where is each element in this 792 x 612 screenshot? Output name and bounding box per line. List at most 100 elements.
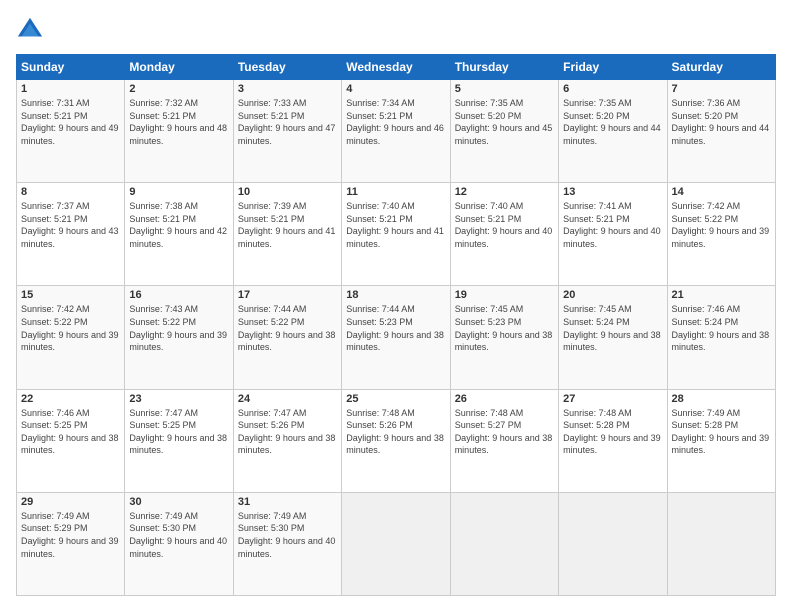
day-number: 24 xyxy=(238,393,337,405)
week-row-4: 22 Sunrise: 7:46 AM Sunset: 5:25 PM Dayl… xyxy=(17,389,776,492)
day-cell: 6 Sunrise: 7:35 AM Sunset: 5:20 PM Dayli… xyxy=(559,80,667,183)
day-info: Sunrise: 7:44 AM Sunset: 5:23 PM Dayligh… xyxy=(346,303,445,353)
day-number: 6 xyxy=(563,83,662,95)
logo xyxy=(16,16,48,44)
day-cell: 30 Sunrise: 7:49 AM Sunset: 5:30 PM Dayl… xyxy=(125,492,233,595)
day-cell: 8 Sunrise: 7:37 AM Sunset: 5:21 PM Dayli… xyxy=(17,183,125,286)
day-number: 11 xyxy=(346,186,445,198)
day-number: 29 xyxy=(21,496,120,508)
day-number: 8 xyxy=(21,186,120,198)
header-row: Sunday Monday Tuesday Wednesday Thursday… xyxy=(17,55,776,80)
col-thursday: Thursday xyxy=(450,55,558,80)
day-cell: 14 Sunrise: 7:42 AM Sunset: 5:22 PM Dayl… xyxy=(667,183,775,286)
day-info: Sunrise: 7:39 AM Sunset: 5:21 PM Dayligh… xyxy=(238,200,337,250)
col-tuesday: Tuesday xyxy=(233,55,341,80)
day-number: 21 xyxy=(672,289,771,301)
day-number: 23 xyxy=(129,393,228,405)
day-cell: 21 Sunrise: 7:46 AM Sunset: 5:24 PM Dayl… xyxy=(667,286,775,389)
day-cell: 19 Sunrise: 7:45 AM Sunset: 5:23 PM Dayl… xyxy=(450,286,558,389)
day-number: 30 xyxy=(129,496,228,508)
col-wednesday: Wednesday xyxy=(342,55,450,80)
day-info: Sunrise: 7:36 AM Sunset: 5:20 PM Dayligh… xyxy=(672,97,771,147)
day-number: 4 xyxy=(346,83,445,95)
day-info: Sunrise: 7:31 AM Sunset: 5:21 PM Dayligh… xyxy=(21,97,120,147)
day-cell xyxy=(450,492,558,595)
day-info: Sunrise: 7:34 AM Sunset: 5:21 PM Dayligh… xyxy=(346,97,445,147)
day-info: Sunrise: 7:40 AM Sunset: 5:21 PM Dayligh… xyxy=(346,200,445,250)
day-number: 9 xyxy=(129,186,228,198)
calendar-body: 1 Sunrise: 7:31 AM Sunset: 5:21 PM Dayli… xyxy=(17,80,776,596)
day-number: 2 xyxy=(129,83,228,95)
day-info: Sunrise: 7:46 AM Sunset: 5:25 PM Dayligh… xyxy=(21,407,120,457)
day-number: 20 xyxy=(563,289,662,301)
day-cell: 20 Sunrise: 7:45 AM Sunset: 5:24 PM Dayl… xyxy=(559,286,667,389)
week-row-5: 29 Sunrise: 7:49 AM Sunset: 5:29 PM Dayl… xyxy=(17,492,776,595)
day-cell: 1 Sunrise: 7:31 AM Sunset: 5:21 PM Dayli… xyxy=(17,80,125,183)
day-info: Sunrise: 7:49 AM Sunset: 5:29 PM Dayligh… xyxy=(21,510,120,560)
day-number: 17 xyxy=(238,289,337,301)
day-cell: 13 Sunrise: 7:41 AM Sunset: 5:21 PM Dayl… xyxy=(559,183,667,286)
day-number: 16 xyxy=(129,289,228,301)
calendar-table: Sunday Monday Tuesday Wednesday Thursday… xyxy=(16,54,776,596)
day-number: 10 xyxy=(238,186,337,198)
day-info: Sunrise: 7:48 AM Sunset: 5:26 PM Dayligh… xyxy=(346,407,445,457)
day-cell: 23 Sunrise: 7:47 AM Sunset: 5:25 PM Dayl… xyxy=(125,389,233,492)
day-cell: 17 Sunrise: 7:44 AM Sunset: 5:22 PM Dayl… xyxy=(233,286,341,389)
day-number: 18 xyxy=(346,289,445,301)
day-cell: 9 Sunrise: 7:38 AM Sunset: 5:21 PM Dayli… xyxy=(125,183,233,286)
day-info: Sunrise: 7:32 AM Sunset: 5:21 PM Dayligh… xyxy=(129,97,228,147)
col-friday: Friday xyxy=(559,55,667,80)
col-monday: Monday xyxy=(125,55,233,80)
day-info: Sunrise: 7:49 AM Sunset: 5:30 PM Dayligh… xyxy=(129,510,228,560)
week-row-3: 15 Sunrise: 7:42 AM Sunset: 5:22 PM Dayl… xyxy=(17,286,776,389)
day-number: 13 xyxy=(563,186,662,198)
day-cell: 27 Sunrise: 7:48 AM Sunset: 5:28 PM Dayl… xyxy=(559,389,667,492)
day-number: 12 xyxy=(455,186,554,198)
day-cell: 2 Sunrise: 7:32 AM Sunset: 5:21 PM Dayli… xyxy=(125,80,233,183)
day-number: 26 xyxy=(455,393,554,405)
day-cell: 5 Sunrise: 7:35 AM Sunset: 5:20 PM Dayli… xyxy=(450,80,558,183)
day-info: Sunrise: 7:35 AM Sunset: 5:20 PM Dayligh… xyxy=(455,97,554,147)
day-info: Sunrise: 7:42 AM Sunset: 5:22 PM Dayligh… xyxy=(672,200,771,250)
day-cell: 3 Sunrise: 7:33 AM Sunset: 5:21 PM Dayli… xyxy=(233,80,341,183)
day-number: 5 xyxy=(455,83,554,95)
day-number: 7 xyxy=(672,83,771,95)
calendar-page: Sunday Monday Tuesday Wednesday Thursday… xyxy=(0,0,792,612)
logo-icon xyxy=(16,16,44,44)
day-info: Sunrise: 7:45 AM Sunset: 5:23 PM Dayligh… xyxy=(455,303,554,353)
calendar-header: Sunday Monday Tuesday Wednesday Thursday… xyxy=(17,55,776,80)
day-info: Sunrise: 7:46 AM Sunset: 5:24 PM Dayligh… xyxy=(672,303,771,353)
week-row-2: 8 Sunrise: 7:37 AM Sunset: 5:21 PM Dayli… xyxy=(17,183,776,286)
day-cell xyxy=(342,492,450,595)
day-number: 31 xyxy=(238,496,337,508)
day-info: Sunrise: 7:37 AM Sunset: 5:21 PM Dayligh… xyxy=(21,200,120,250)
day-number: 28 xyxy=(672,393,771,405)
day-number: 19 xyxy=(455,289,554,301)
day-info: Sunrise: 7:33 AM Sunset: 5:21 PM Dayligh… xyxy=(238,97,337,147)
day-cell: 18 Sunrise: 7:44 AM Sunset: 5:23 PM Dayl… xyxy=(342,286,450,389)
day-info: Sunrise: 7:42 AM Sunset: 5:22 PM Dayligh… xyxy=(21,303,120,353)
day-cell: 12 Sunrise: 7:40 AM Sunset: 5:21 PM Dayl… xyxy=(450,183,558,286)
day-info: Sunrise: 7:35 AM Sunset: 5:20 PM Dayligh… xyxy=(563,97,662,147)
day-info: Sunrise: 7:49 AM Sunset: 5:28 PM Dayligh… xyxy=(672,407,771,457)
day-info: Sunrise: 7:48 AM Sunset: 5:28 PM Dayligh… xyxy=(563,407,662,457)
day-cell: 15 Sunrise: 7:42 AM Sunset: 5:22 PM Dayl… xyxy=(17,286,125,389)
day-number: 15 xyxy=(21,289,120,301)
day-info: Sunrise: 7:47 AM Sunset: 5:26 PM Dayligh… xyxy=(238,407,337,457)
day-cell: 22 Sunrise: 7:46 AM Sunset: 5:25 PM Dayl… xyxy=(17,389,125,492)
day-info: Sunrise: 7:49 AM Sunset: 5:30 PM Dayligh… xyxy=(238,510,337,560)
day-cell: 11 Sunrise: 7:40 AM Sunset: 5:21 PM Dayl… xyxy=(342,183,450,286)
day-cell: 24 Sunrise: 7:47 AM Sunset: 5:26 PM Dayl… xyxy=(233,389,341,492)
day-number: 3 xyxy=(238,83,337,95)
day-info: Sunrise: 7:44 AM Sunset: 5:22 PM Dayligh… xyxy=(238,303,337,353)
day-cell: 10 Sunrise: 7:39 AM Sunset: 5:21 PM Dayl… xyxy=(233,183,341,286)
day-info: Sunrise: 7:41 AM Sunset: 5:21 PM Dayligh… xyxy=(563,200,662,250)
day-number: 14 xyxy=(672,186,771,198)
day-cell: 16 Sunrise: 7:43 AM Sunset: 5:22 PM Dayl… xyxy=(125,286,233,389)
day-cell: 25 Sunrise: 7:48 AM Sunset: 5:26 PM Dayl… xyxy=(342,389,450,492)
day-info: Sunrise: 7:43 AM Sunset: 5:22 PM Dayligh… xyxy=(129,303,228,353)
day-info: Sunrise: 7:45 AM Sunset: 5:24 PM Dayligh… xyxy=(563,303,662,353)
day-cell xyxy=(667,492,775,595)
col-sunday: Sunday xyxy=(17,55,125,80)
day-cell xyxy=(559,492,667,595)
